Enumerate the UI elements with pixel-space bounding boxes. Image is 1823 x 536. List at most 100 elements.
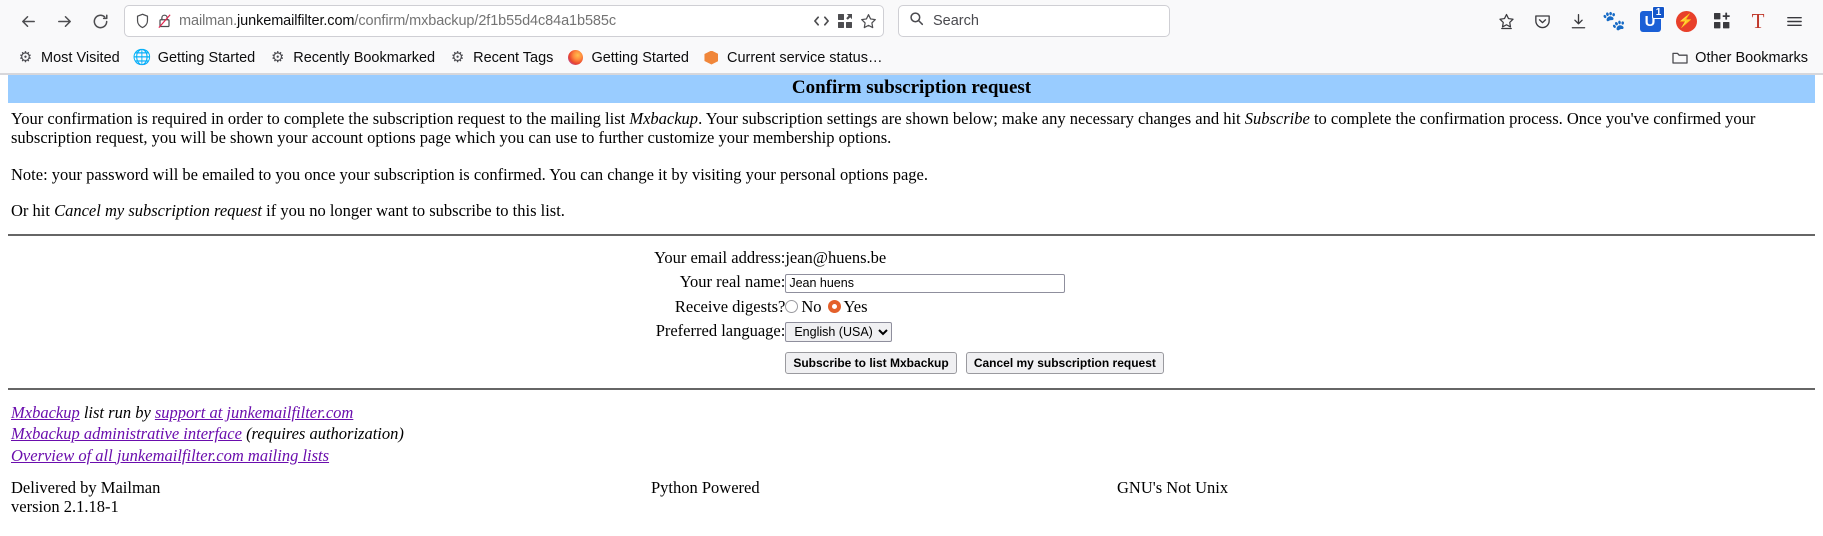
- email-value: jean@huens.be: [785, 248, 887, 268]
- bookmark-current-service-status[interactable]: Current service status…: [696, 46, 890, 69]
- bookmark-most-visited[interactable]: ⚙ Most Visited: [10, 46, 127, 69]
- list-name-emphasis: Mxbackup: [629, 109, 699, 128]
- buttons-row: Subscribe to list Mxbackup Cancel my sub…: [654, 344, 1169, 376]
- language-label: Preferred language:: [655, 321, 786, 341]
- url-bar-container: mailman.junkemailfilter.com/confirm/mxba…: [124, 5, 884, 37]
- search-icon: [909, 11, 924, 31]
- folder-icon: [1671, 49, 1688, 66]
- browser-chrome: mailman.junkemailfilter.com/confirm/mxba…: [0, 0, 1823, 75]
- digest-radio-group: No Yes: [785, 297, 1169, 317]
- gear-icon: ⚙: [271, 49, 285, 66]
- bookmark-label: Current service status…: [726, 49, 883, 66]
- cancel-subscription-button[interactable]: Cancel my subscription request: [965, 351, 1164, 374]
- intro-text-b: . Your subscription settings are shown b…: [698, 109, 1245, 128]
- digest-yes-label: Yes: [843, 296, 868, 316]
- grid-add-extension-icon[interactable]: [1705, 5, 1739, 37]
- bookmark-label: Recent Tags: [473, 49, 554, 66]
- divider-bottom: [8, 387, 1815, 390]
- ublock-origin-icon[interactable]: U 1: [1633, 5, 1667, 37]
- admin-interface-link[interactable]: Mxbackup administrative interface: [11, 424, 242, 443]
- subscribe-emphasis: Subscribe: [1244, 109, 1310, 128]
- password-note-paragraph: Note: your password will be emailed to y…: [11, 164, 928, 184]
- cancel-note-paragraph: Or hit Cancel my subscription request if…: [8, 201, 1815, 220]
- gear-icon: ⚙: [450, 49, 465, 66]
- reader-view-icon[interactable]: [813, 13, 830, 29]
- bookmarks-toolbar: ⚙ Most Visited 🌐 Getting Started ⚙ Recen…: [0, 42, 1823, 74]
- footer-credits: Delivered by Mailman version 2.1.18-1 Py…: [8, 466, 1815, 517]
- bolt-glyph: ⚡: [1675, 10, 1697, 32]
- shield-icon[interactable]: [135, 13, 150, 29]
- search-bar[interactable]: Search: [898, 5, 1170, 37]
- search-placeholder: Search: [933, 13, 979, 29]
- application-menu-icon[interactable]: [1777, 5, 1811, 37]
- subscription-form: Your email address: jean@huens.be Your r…: [8, 236, 1815, 376]
- email-row: Your email address: jean@huens.be: [654, 246, 1169, 270]
- package-icon: [703, 49, 720, 66]
- gear-icon: ⚙: [18, 49, 33, 66]
- url-bar[interactable]: mailman.junkemailfilter.com/confirm/mxba…: [124, 5, 884, 37]
- digest-no-radio[interactable]: [785, 300, 799, 314]
- bookmark-firefox-getting-started[interactable]: Getting Started: [560, 46, 696, 69]
- run-by-text: list run by: [79, 402, 155, 422]
- delivered-by-text: Delivered by Mailman: [11, 478, 161, 497]
- support-contact-link[interactable]: support at junkemailfilter.com: [155, 403, 353, 422]
- digest-yes-radio[interactable]: [827, 300, 841, 314]
- insecure-connection-icon[interactable]: [157, 13, 172, 29]
- bookmark-label: Getting Started: [157, 49, 256, 66]
- cancel-text-a: Or hit: [11, 200, 55, 220]
- bookmark-getting-started[interactable]: 🌐 Getting Started: [127, 46, 263, 69]
- pocket-icon[interactable]: [1525, 5, 1559, 37]
- save-to-pocket-star-icon[interactable]: [1489, 5, 1523, 37]
- footer-line-1: Mxbackup list run by support at junkemai…: [11, 402, 1812, 423]
- bookmark-label: Getting Started: [591, 49, 689, 66]
- language-select[interactable]: English (USA): [785, 321, 893, 342]
- footer-line-2: Mxbackup administrative interface (requi…: [11, 423, 1812, 444]
- gnome-extension-icon[interactable]: 🐾: [1597, 5, 1631, 37]
- other-bookmarks-label: Other Bookmarks: [1695, 49, 1808, 66]
- toolbar-right-icons: 🐾 U 1 ⚡ T: [1178, 5, 1813, 37]
- apps-grid-icon[interactable]: [837, 13, 853, 29]
- other-bookmarks-folder[interactable]: Other Bookmarks: [1664, 46, 1815, 69]
- overview-lists-link[interactable]: Overview of all junkemailfilter.com mail…: [11, 446, 329, 465]
- mailman-credit: Delivered by Mailman version 2.1.18-1: [11, 478, 651, 517]
- bookmark-recently-bookmarked[interactable]: ⚙ Recently Bookmarked: [262, 46, 442, 69]
- form-table: Your email address: jean@huens.be Your r…: [654, 246, 1169, 376]
- digests-row: Receive digests? No Yes: [654, 295, 1169, 319]
- footer-line-3: Overview of all junkemailfilter.com mail…: [11, 445, 1812, 466]
- footer-links: Mxbackup list run by support at junkemai…: [8, 396, 1815, 466]
- realname-row: Your real name:: [654, 270, 1169, 295]
- gnome-foot-glyph: 🐾: [1602, 10, 1626, 32]
- subscribe-button[interactable]: Subscribe to list Mxbackup: [785, 351, 957, 374]
- forward-arrow-icon[interactable]: [46, 5, 82, 37]
- intro-paragraph: Your confirmation is required in order t…: [8, 109, 1815, 148]
- cancel-text-b: if you no longer want to subscribe to th…: [262, 200, 565, 220]
- digests-label: Receive digests?: [674, 296, 786, 316]
- digest-yes-option[interactable]: Yes: [827, 296, 868, 317]
- bolt-extension-icon[interactable]: ⚡: [1669, 5, 1703, 37]
- text-T-glyph: T: [1751, 8, 1765, 33]
- bookmark-recent-tags[interactable]: ⚙ Recent Tags: [442, 46, 560, 69]
- language-row: Preferred language: English (USA): [654, 319, 1169, 344]
- cancel-emphasis: Cancel my subscription request: [54, 200, 262, 220]
- gnu-credit: GNU's Not Unix: [1117, 478, 1229, 497]
- realname-label: Your real name:: [679, 272, 786, 292]
- globe-icon: 🌐: [132, 49, 152, 66]
- digest-no-option[interactable]: No: [785, 296, 822, 317]
- back-arrow-icon[interactable]: [10, 5, 46, 37]
- realname-input[interactable]: [785, 273, 1066, 293]
- downloads-icon[interactable]: [1561, 5, 1595, 37]
- digest-no-label: No: [801, 296, 822, 316]
- url-text: mailman.junkemailfilter.com/confirm/mxba…: [179, 13, 617, 29]
- page-title: Confirm subscription request: [8, 75, 1815, 103]
- bookmark-star-icon[interactable]: [860, 13, 877, 30]
- bookmark-label: Recently Bookmarked: [293, 49, 436, 66]
- python-powered-credit: Python Powered: [651, 478, 760, 497]
- reload-icon[interactable]: [82, 5, 118, 37]
- requires-auth-text: (requires authorization): [241, 424, 404, 444]
- list-info-link[interactable]: Mxbackup: [11, 403, 80, 422]
- email-label: Your email address:: [654, 248, 786, 268]
- ublock-badge-count: 1: [1652, 6, 1665, 19]
- page-content: Confirm subscription request Your confir…: [0, 75, 1823, 517]
- firefox-icon: [567, 49, 584, 66]
- text-extension-icon[interactable]: T: [1741, 5, 1775, 37]
